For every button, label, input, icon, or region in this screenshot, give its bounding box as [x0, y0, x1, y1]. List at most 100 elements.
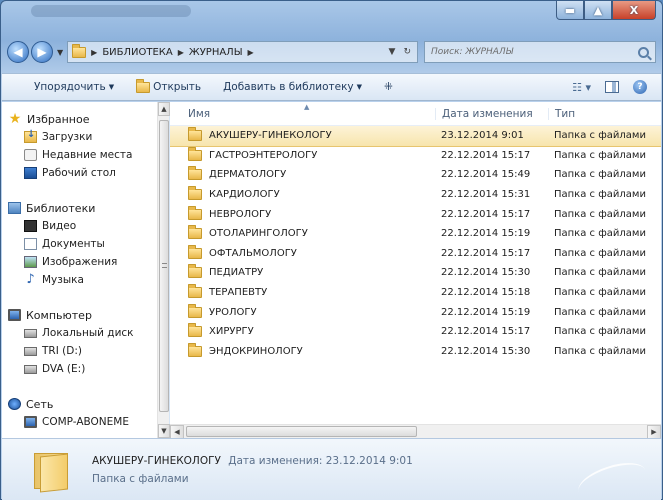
breadcrumb-journals[interactable]: ЖУРНАЛЫ — [189, 47, 243, 58]
chevron-right-icon[interactable]: ▶ — [91, 48, 97, 57]
add-to-library-button[interactable]: Добавить в библиотеку ▼ — [223, 81, 362, 93]
table-row[interactable]: ПЕДИАТРУ 22.12.2014 15:30 Папка с файлами — [170, 263, 661, 283]
nav-desktop[interactable]: Рабочий стол — [2, 164, 157, 182]
folder-icon — [188, 342, 202, 357]
column-header-type[interactable]: Тип — [548, 107, 661, 120]
file-name-cell: ТЕРАПЕВТУ — [170, 284, 435, 299]
close-button[interactable]: X — [612, 1, 656, 20]
minimize-button[interactable]: ▬ — [556, 1, 584, 20]
scroll-down-icon[interactable]: ▼ — [158, 424, 170, 438]
computer-icon — [24, 416, 37, 428]
nav-libraries[interactable]: Библиотеки — [2, 199, 157, 217]
search-icon[interactable] — [638, 46, 649, 58]
file-date: 22.12.2014 15:19 — [441, 306, 531, 318]
drive-icon — [24, 364, 37, 374]
file-date: 23.12.2014 9:01 — [441, 130, 524, 142]
forward-button[interactable]: ▶ — [31, 41, 53, 63]
preview-pane-icon[interactable] — [605, 81, 619, 93]
scrollbar-thumb[interactable] — [159, 120, 169, 412]
nav-computer[interactable]: Компьютер — [2, 306, 157, 324]
file-name-cell: ОТОЛАРИНГОЛОГУ — [170, 225, 435, 240]
table-row[interactable]: ХИРУРГУ 22.12.2014 15:17 Папка с файлами — [170, 322, 661, 342]
breadcrumb-library[interactable]: БИБЛИОТЕКА — [102, 47, 172, 58]
table-row[interactable]: ТЕРАПЕВТУ 22.12.2014 15:18 Папка с файлами — [170, 283, 661, 303]
downloads-folder-icon — [24, 129, 37, 143]
details-modified: Дата изменения: 23.12.2014 9:01 — [228, 455, 413, 467]
content-area: ★ Избранное Загрузки Недавние места Рабо… — [2, 102, 661, 438]
recent-pages-dropdown[interactable]: ▼ — [57, 48, 63, 57]
nav-label: Документы — [42, 238, 105, 250]
file-list: ▲ Имя Дата изменения Тип АКУШЕРУ-ГИНЕКОЛ… — [170, 102, 661, 438]
scroll-right-icon[interactable]: ▶ — [647, 425, 661, 438]
video-icon — [24, 220, 37, 232]
address-row: ◀ ▶ ▼ ▶ БИБЛИОТЕКА ▶ ЖУРНАЛЫ ▶ ▼ ↻ Поиск… — [7, 39, 656, 65]
maximize-button[interactable]: ▲ — [584, 1, 612, 20]
table-row[interactable]: ГАСТРОЭНТЕРОЛОГУ 22.12.2014 15:17 Папка с … — [170, 146, 661, 166]
search-input[interactable]: Поиск: ЖУРНАЛЫ — [424, 41, 656, 63]
nav-music[interactable]: ♪ Музыка — [2, 271, 157, 289]
nav-comp[interactable]: COMP-ABONEME — [2, 413, 157, 431]
folder-icon — [188, 166, 202, 181]
table-row[interactable]: НЕВРОЛОГУ 22.12.2014 15:17 Папка с файлами — [170, 204, 661, 224]
organize-button[interactable]: Упорядочить ▼ — [34, 81, 114, 93]
scroll-up-icon[interactable]: ▲ — [158, 102, 170, 116]
grip-icon — [162, 263, 167, 268]
open-button[interactable]: Открыть — [136, 78, 201, 93]
address-bar[interactable]: ▶ БИБЛИОТЕКА ▶ ЖУРНАЛЫ ▶ ▼ ↻ — [67, 41, 418, 63]
file-name: ДЕРМАТОЛОГУ — [209, 169, 287, 181]
table-row[interactable]: ОФТАЛЬМОЛОГУ 22.12.2014 15:17 Папка с файл… — [170, 244, 661, 264]
refresh-icon[interactable]: ↻ — [403, 47, 411, 57]
nav-label: TRI (D:) — [42, 345, 82, 357]
nav-favorites[interactable]: ★ Избранное — [2, 110, 157, 128]
address-dropdown-icon[interactable]: ▼ — [389, 47, 396, 57]
folder-open-icon — [136, 78, 151, 93]
nav-drive-e[interactable]: DVA (E:) — [2, 360, 157, 378]
nav-drive-d[interactable]: TRI (D:) — [2, 342, 157, 360]
table-row[interactable]: КАРДИОЛОГУ 22.12.2014 15:31 Папка с файлам… — [170, 185, 661, 205]
nav-local-disk[interactable]: Локальный диск — [2, 324, 157, 342]
table-row[interactable]: ДЕРМАТОЛОГУ 22.12.2014 15:49 Папка с файла… — [170, 165, 661, 185]
nav-documents[interactable]: Документы — [2, 235, 157, 253]
file-name-cell: ДЕРМАТОЛОГУ — [170, 166, 435, 181]
nav-downloads[interactable]: Загрузки — [2, 128, 157, 146]
chevron-right-icon[interactable]: ▶ — [178, 48, 184, 57]
table-row[interactable]: ЭНДОКРИНОЛОГУ 22.12.2014 15:30 Папка с фай… — [170, 342, 661, 362]
nav-video[interactable]: Видео — [2, 217, 157, 235]
navigation-scrollbar[interactable]: ▲ ▼ — [157, 102, 170, 438]
chevron-right-icon[interactable]: ▶ — [248, 48, 254, 57]
file-name: УРОЛОГУ — [209, 306, 257, 318]
file-name-cell: ХИРУРГУ — [170, 323, 435, 338]
file-type: Папка с файлами — [554, 345, 646, 357]
scrollbar-thumb[interactable] — [186, 426, 417, 437]
more-commands-button[interactable]: ⁜ — [384, 81, 393, 93]
column-header-name[interactable]: Имя — [170, 108, 435, 120]
table-row[interactable]: АКУШЕРУ-ГИНЕКОЛОГУ 23.12.2014 9:01 Папка с… — [170, 125, 661, 147]
table-row[interactable]: УРОЛОГУ 22.12.2014 15:19 Папка с файлами — [170, 302, 661, 322]
folder-icon — [188, 225, 202, 240]
file-date: 22.12.2014 15:30 — [441, 345, 531, 357]
scroll-left-icon[interactable]: ◀ — [170, 425, 184, 438]
file-date: 22.12.2014 15:18 — [441, 287, 531, 299]
file-name-cell: ПЕДИАТРУ — [170, 264, 435, 279]
scrollbar-track[interactable] — [419, 425, 648, 438]
nav-images[interactable]: Изображения — [2, 253, 157, 271]
command-bar-right: ☷ ▾ ? — [572, 80, 661, 94]
folder-icon — [188, 205, 202, 220]
star-icon: ★ — [8, 111, 22, 127]
drive-icon — [24, 328, 37, 338]
nav-label: Рабочий стол — [42, 167, 116, 179]
file-name: ПЕДИАТРУ — [209, 267, 264, 279]
help-icon[interactable]: ? — [633, 80, 647, 94]
file-type: Папка с файлами — [554, 306, 646, 318]
documents-icon — [24, 238, 37, 250]
horizontal-scrollbar[interactable]: ◀ ▶ — [170, 424, 661, 438]
nav-network[interactable]: Сеть — [2, 395, 157, 413]
back-button[interactable]: ◀ — [7, 41, 29, 63]
table-row[interactable]: ОТОЛАРИНГОЛОГУ 22.12.2014 15:19 Папка с фа… — [170, 224, 661, 244]
nav-recent-places[interactable]: Недавние места — [2, 146, 157, 164]
folder-icon — [188, 186, 202, 201]
navigation-pane: ★ Избранное Загрузки Недавние места Рабо… — [2, 102, 170, 438]
file-type: Папка с файлами — [554, 130, 646, 142]
column-header-date[interactable]: Дата изменения — [435, 107, 548, 120]
view-options-icon[interactable]: ☷ ▾ — [572, 81, 591, 94]
